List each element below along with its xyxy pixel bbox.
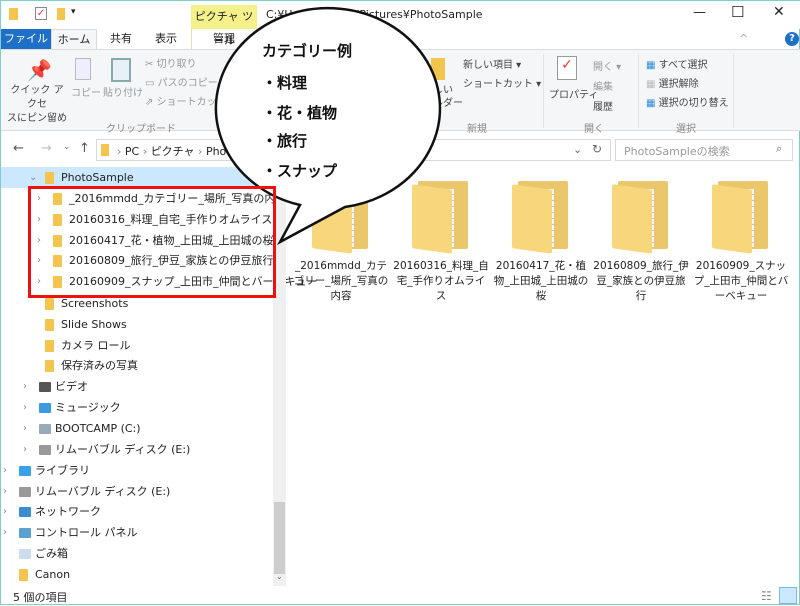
callout-bubble (214, 6, 442, 246)
callout-item: ・料理 (262, 74, 308, 92)
callout-item: ・スナップ (262, 162, 338, 180)
callout-item: ・旅行 (262, 132, 308, 150)
callout-item: ・花・植物 (262, 104, 338, 122)
annotation-highlight-box (28, 186, 276, 298)
callout-title: カテゴリー例 (262, 42, 353, 60)
